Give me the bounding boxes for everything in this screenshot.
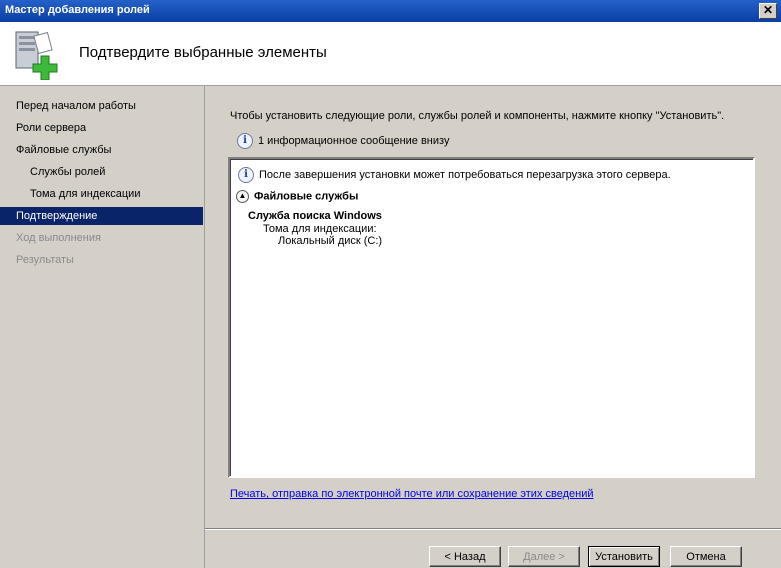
service-name: Служба поиска Windows <box>248 210 382 222</box>
close-icon: ✕ <box>762 3 774 17</box>
service-disk: Локальный диск (C:) <box>278 235 383 247</box>
step-role-services[interactable]: Службы ролей <box>0 163 203 181</box>
cancel-button[interactable]: Отмена <box>670 546 742 567</box>
print-email-save-link[interactable]: Печать, отправка по электронной почте ил… <box>230 488 594 500</box>
step-confirmation[interactable]: Подтверждение <box>0 207 203 225</box>
close-button[interactable]: ✕ <box>759 3 777 19</box>
restart-message: i После завершения установки может потреб… <box>238 167 671 183</box>
section-label: Файловые службы <box>254 190 359 203</box>
service-sub-label: Тома для индексации: <box>263 223 377 235</box>
intro-text: Чтобы установить следующие роли, службы … <box>230 110 725 122</box>
info-summary: i 1 информационное сообщение внизу <box>237 133 449 149</box>
next-button: Далее > <box>508 546 580 567</box>
window-title: Мастер добавления ролей <box>5 4 150 16</box>
info-icon: i <box>237 133 253 149</box>
confirmation-details[interactable]: i После завершения установки может потреб… <box>228 157 755 478</box>
wizard-header: Подтвердите выбранные элементы <box>0 22 781 86</box>
collapse-icon[interactable]: ▲ <box>236 190 249 203</box>
page-title: Подтвердите выбранные элементы <box>79 44 327 61</box>
step-progress: Ход выполнения <box>16 232 101 244</box>
step-server-roles[interactable]: Роли сервера <box>0 119 203 137</box>
info-icon: i <box>238 167 254 183</box>
section-file-services[interactable]: ▲ Файловые службы <box>236 190 358 203</box>
back-button[interactable]: < Назад <box>429 546 501 567</box>
restart-message-text: После завершения установки может потребо… <box>259 168 671 181</box>
divider <box>205 528 781 530</box>
install-button[interactable]: Установить <box>588 546 660 567</box>
main-panel: Чтобы установить следующие роли, службы … <box>205 86 781 568</box>
server-add-icon <box>15 31 58 80</box>
step-index-volumes[interactable]: Тома для индексации <box>0 185 203 203</box>
wizard-steps: Перед началом работы Роли сервера Файлов… <box>0 86 205 568</box>
title-bar: Мастер добавления ролей ✕ <box>0 0 781 22</box>
step-results: Результаты <box>16 254 74 266</box>
step-before-you-begin[interactable]: Перед началом работы <box>0 97 203 115</box>
info-count-text: 1 информационное сообщение внизу <box>258 134 450 147</box>
step-file-services[interactable]: Файловые службы <box>0 141 203 159</box>
